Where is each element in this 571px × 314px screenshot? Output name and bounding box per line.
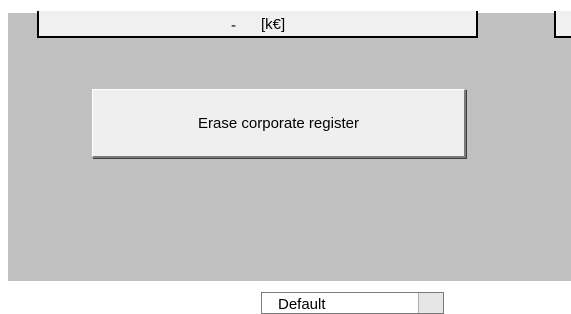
dropdown-arrow-button[interactable] [418, 293, 443, 313]
value-unit-label: [k€] [261, 16, 286, 33]
adjacent-cell [554, 11, 571, 38]
value-dash: - [231, 17, 236, 34]
default-dropdown[interactable]: Default [261, 292, 444, 314]
erase-corporate-register-button[interactable]: Erase corporate register [92, 89, 466, 158]
dropdown-selected-value: Default [278, 296, 326, 313]
value-cell: - [k€] [37, 11, 478, 38]
